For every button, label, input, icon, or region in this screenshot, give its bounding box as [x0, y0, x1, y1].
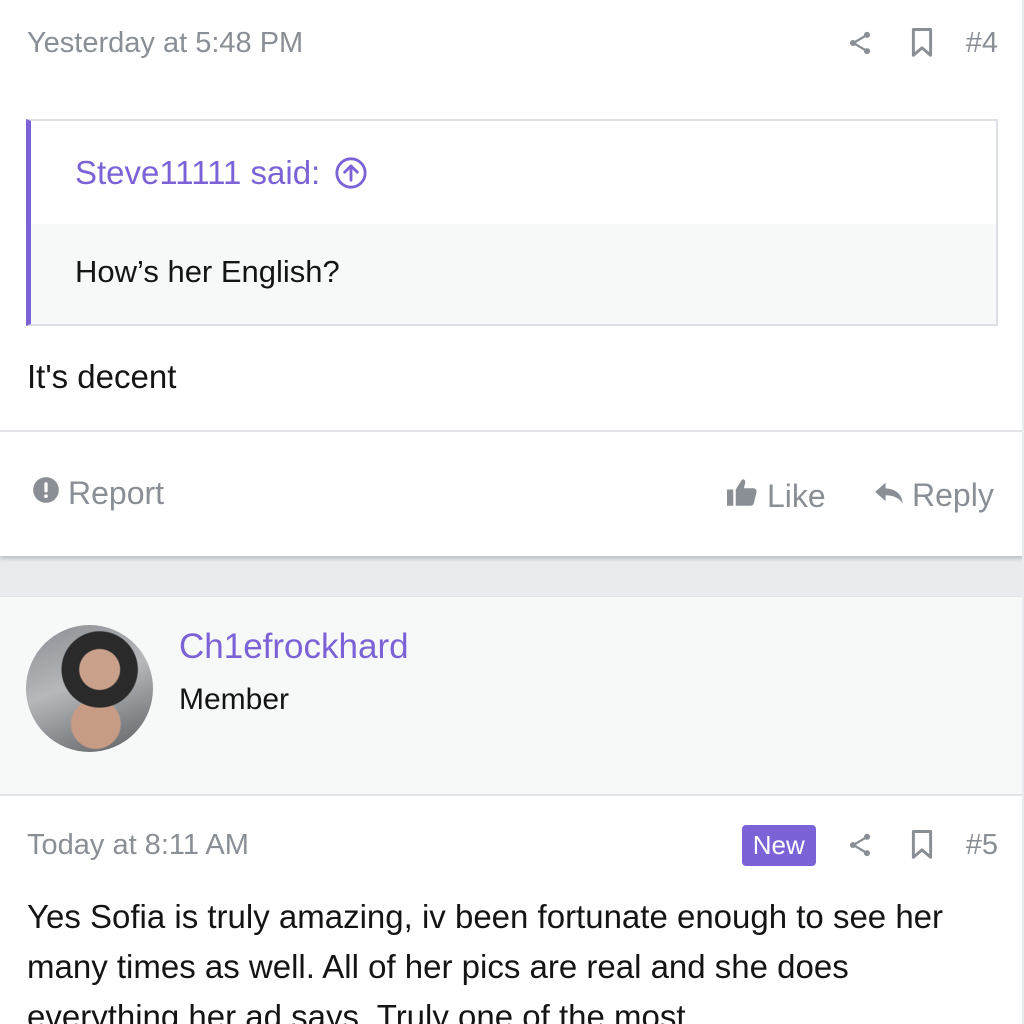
post-number-link[interactable]: #5 [966, 829, 998, 862]
new-badge: New [741, 824, 816, 866]
reply-label: Reply [912, 477, 994, 513]
post-body-text: Yes Sofia is truly amazing, iv been fort… [27, 898, 944, 1024]
quote-block: Steve11111 said: How’s her English? [26, 119, 998, 326]
post-5: Today at 8:11 AM New #5 Yes Sofia is tru… [0, 797, 1024, 1024]
arrow-up-circle-icon[interactable] [334, 155, 370, 191]
post-actions: #4 [816, 25, 998, 61]
report-label: Report [68, 475, 165, 511]
report-button[interactable]: Report [32, 475, 164, 512]
avatar[interactable] [26, 625, 153, 752]
post-body-text: It's decent [27, 358, 177, 395]
post-timestamp[interactable]: Today at 8:11 AM [27, 829, 249, 862]
post-timestamp[interactable]: Yesterday at 5:48 PM [27, 27, 303, 60]
user-title: Member [179, 683, 290, 716]
quote-text: How’s her English? [75, 254, 340, 289]
username-link[interactable]: Ch1efrockhard [179, 627, 409, 667]
post-number-link[interactable]: #4 [966, 27, 998, 60]
share-icon[interactable] [842, 827, 878, 863]
alert-circle-icon [32, 475, 68, 512]
like-label: Like [767, 477, 826, 514]
post-footer: Report Like Reply [0, 465, 1024, 525]
thumbs-up-icon [725, 477, 767, 515]
bookmark-icon[interactable] [904, 25, 940, 61]
quote-header: Steve11111 said: [31, 121, 996, 224]
post-meta-row: Today at 8:11 AM New #5 [27, 820, 998, 870]
like-button[interactable]: Like [725, 477, 826, 515]
post-meta-row: Yesterday at 5:48 PM #4 [27, 18, 998, 68]
post-5-user-header: Ch1efrockhard Member [0, 596, 1024, 796]
post-footer-divider [0, 430, 1024, 432]
reply-arrow-icon [874, 477, 912, 514]
bookmark-icon[interactable] [904, 827, 940, 863]
post-actions: New #5 [741, 824, 998, 866]
post-separator [0, 556, 1024, 596]
reply-button[interactable]: Reply [874, 477, 994, 514]
quote-author-link[interactable]: Steve11111 said: [75, 154, 320, 192]
post-4: Yesterday at 5:48 PM #4 Steve11111 said:… [0, 0, 1024, 556]
share-icon[interactable] [842, 25, 878, 61]
